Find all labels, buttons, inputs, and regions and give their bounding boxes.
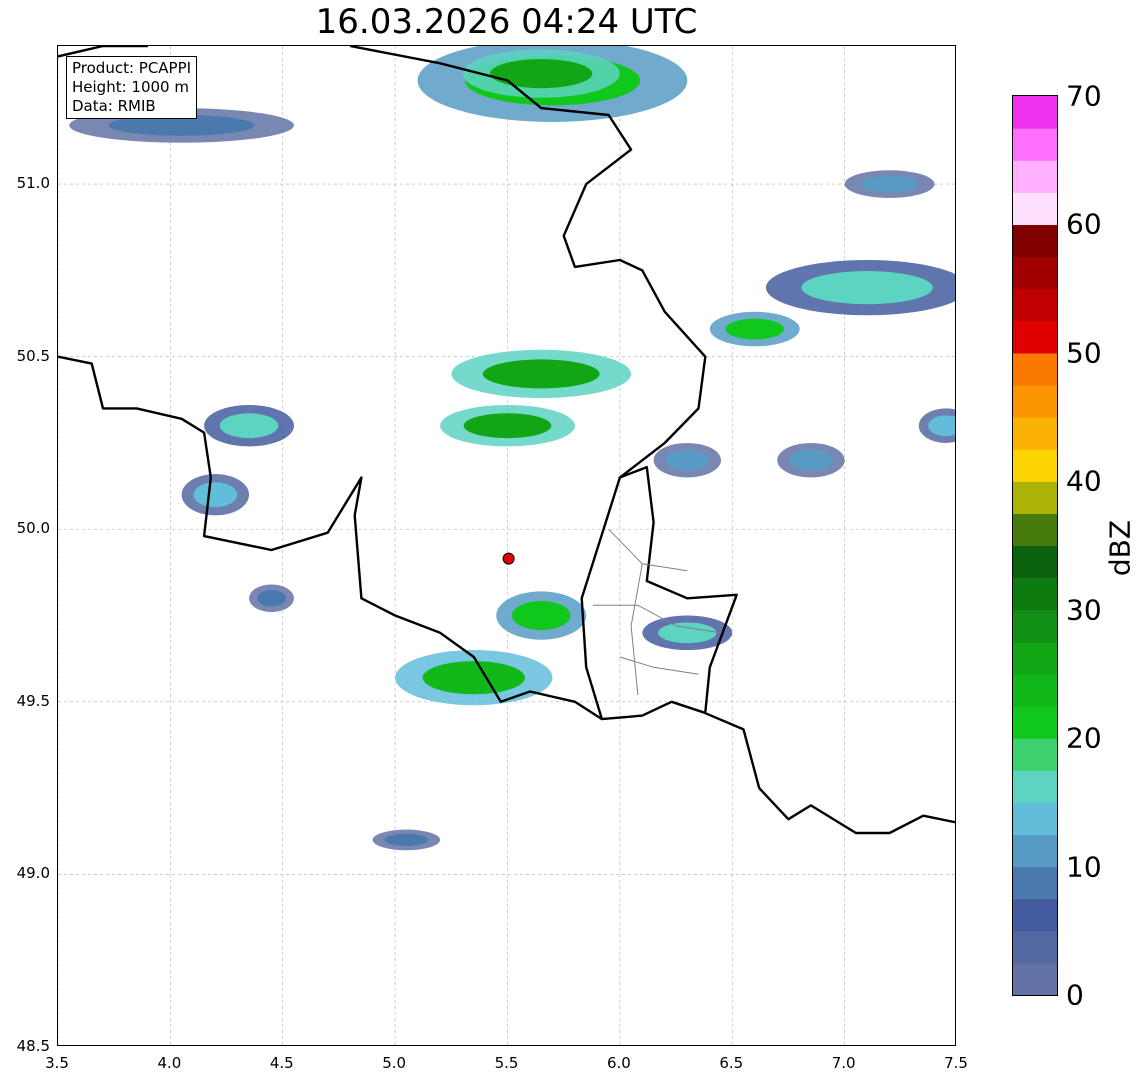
colorbar xyxy=(1012,95,1058,996)
colorbar-segment xyxy=(1013,770,1057,803)
echo-core xyxy=(725,318,784,340)
radar-site-marker xyxy=(502,552,515,565)
echo-core xyxy=(219,413,279,439)
height-label: Height: 1000 m xyxy=(72,78,189,96)
colorbar-tick-label: 30 xyxy=(1066,593,1102,627)
y-tick-label: 50.5 xyxy=(16,346,50,365)
echo-core xyxy=(788,449,833,471)
echo-core xyxy=(511,601,571,631)
product-info-box: Product: PCAPPI Height: 1000 m Data: RMI… xyxy=(66,56,198,119)
colorbar-tick-label: 40 xyxy=(1066,464,1102,498)
echo-core xyxy=(658,622,717,644)
colorbar-segment xyxy=(1013,96,1057,129)
echo-core xyxy=(801,271,933,305)
admin-border xyxy=(619,656,699,675)
x-tick-label: 6.5 xyxy=(719,1054,744,1072)
colorbar-segment xyxy=(1013,930,1057,964)
x-tick-label: 7.5 xyxy=(944,1054,968,1072)
radar-map-canvas xyxy=(58,46,955,1045)
colorbar-segment xyxy=(1013,384,1057,418)
colorbar-segment xyxy=(1013,962,1057,995)
colorbar-segment xyxy=(1013,192,1057,226)
colorbar-segment xyxy=(1013,449,1057,482)
colorbar-segment xyxy=(1013,577,1057,611)
x-tick-label: 6.0 xyxy=(606,1054,631,1072)
data-source-label: Data: RMIB xyxy=(72,97,156,115)
colorbar-segment xyxy=(1013,320,1057,354)
country-border xyxy=(58,46,148,58)
y-tick-label: 48.5 xyxy=(16,1037,50,1055)
admin-border xyxy=(630,563,643,695)
x-tick-label: 4.5 xyxy=(269,1054,294,1072)
echo-core xyxy=(384,833,429,847)
colorbar-segment xyxy=(1013,545,1057,579)
colorbar-scale xyxy=(1013,96,1057,995)
colorbar-segment xyxy=(1013,417,1057,450)
colorbar-segment xyxy=(1013,352,1057,386)
colorbar-unit-label: dBZ xyxy=(1103,519,1137,577)
x-tick-label: 7.0 xyxy=(831,1054,856,1072)
x-tick-label: 5.0 xyxy=(382,1054,407,1072)
product-label: Product: PCAPPI xyxy=(72,59,192,77)
colorbar-segment xyxy=(1013,641,1057,675)
colorbar-segment xyxy=(1013,224,1057,258)
x-tick-label: 5.5 xyxy=(494,1054,519,1072)
colorbar-segment xyxy=(1013,160,1057,193)
colorbar-tick-label: 0 xyxy=(1066,978,1084,1012)
colorbar-segment xyxy=(1013,738,1057,771)
colorbar-segment xyxy=(1013,128,1057,161)
x-tick-label: 4.0 xyxy=(157,1054,182,1072)
y-tick-label: 51.0 xyxy=(16,174,50,193)
echo-core xyxy=(422,661,525,695)
colorbar-tick-label: 20 xyxy=(1066,721,1102,755)
colorbar-segment xyxy=(1013,288,1057,322)
colorbar-segment xyxy=(1013,513,1057,547)
colorbar-segment xyxy=(1013,256,1057,290)
colorbar-segment xyxy=(1013,609,1057,643)
y-tick-label: 49.0 xyxy=(16,864,50,883)
colorbar-segment xyxy=(1013,802,1057,836)
map-title: 16.03.2026 04:24 UTC xyxy=(315,2,698,42)
colorbar-tick-label: 60 xyxy=(1066,207,1102,241)
echo-core xyxy=(463,413,552,439)
colorbar-segment xyxy=(1013,481,1057,514)
colorbar-tick-label: 70 xyxy=(1066,79,1102,113)
echo-core xyxy=(665,449,710,471)
radar-map[interactable] xyxy=(57,45,956,1046)
colorbar-segment xyxy=(1013,834,1057,868)
x-tick-label: 3.5 xyxy=(45,1054,69,1072)
echo-core xyxy=(490,59,593,89)
admin-border xyxy=(608,528,688,572)
colorbar-tick-label: 50 xyxy=(1066,336,1102,370)
colorbar-segment xyxy=(1013,673,1057,707)
echo-core xyxy=(482,359,600,389)
colorbar-segment xyxy=(1013,898,1057,932)
echo-core xyxy=(193,482,238,508)
y-tick-label: 49.5 xyxy=(16,691,50,710)
echo-core xyxy=(860,175,919,193)
echo-core xyxy=(256,589,287,607)
y-tick-label: 50.0 xyxy=(16,519,50,538)
colorbar-segment xyxy=(1013,706,1057,739)
country-border xyxy=(580,465,738,720)
colorbar-segment xyxy=(1013,866,1057,900)
colorbar-tick-label: 10 xyxy=(1066,850,1102,884)
